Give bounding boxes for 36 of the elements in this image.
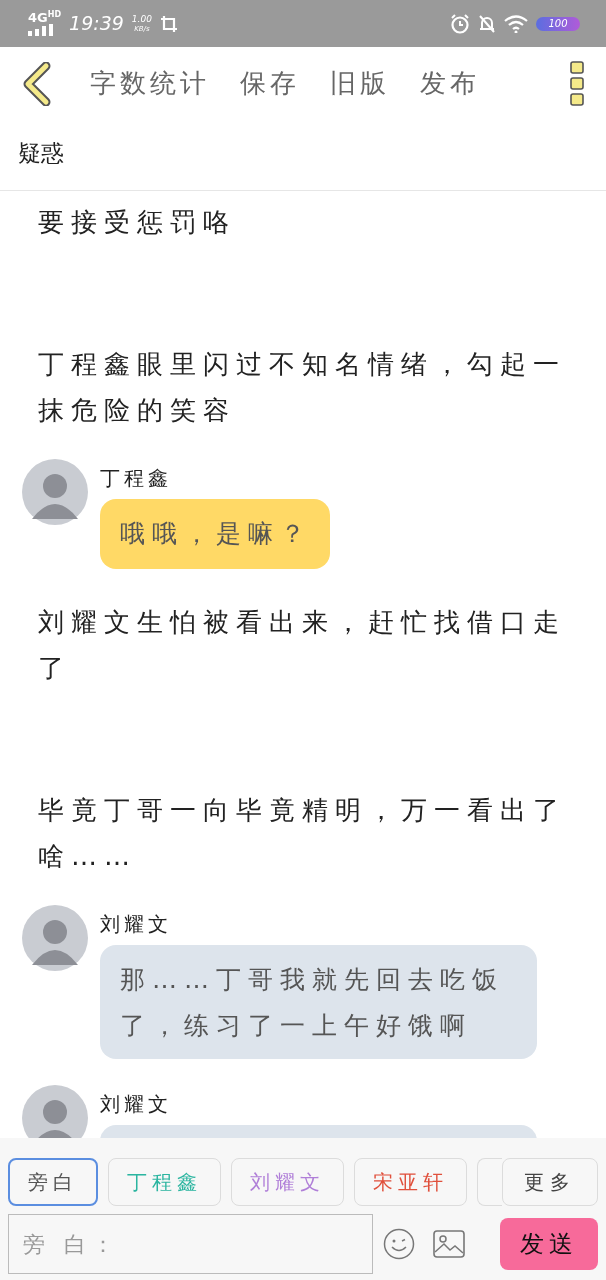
emoji-icon[interactable] bbox=[383, 1228, 415, 1260]
image-icon[interactable] bbox=[433, 1230, 465, 1258]
mute-bell-icon bbox=[478, 13, 496, 34]
battery-indicator: 100 bbox=[536, 16, 580, 31]
send-button[interactable]: 发送 bbox=[500, 1218, 598, 1270]
narration-text: 丁程鑫眼里闪过不知名情绪，勾起一抹危险的笑容 bbox=[38, 348, 567, 427]
toolbar-action[interactable]: 保存 bbox=[240, 64, 300, 103]
role-chip[interactable]: 旁白 bbox=[8, 1158, 98, 1206]
hd-label: HD bbox=[47, 11, 62, 19]
chat-bubble: 那……丁哥我就先回去吃饭了，练习了一上午好饿啊 bbox=[100, 945, 537, 1059]
speaker-name: 刘耀文 bbox=[100, 1091, 173, 1118]
wifi-icon bbox=[504, 14, 528, 33]
network-type: 4G bbox=[28, 11, 48, 24]
alarm-icon bbox=[450, 13, 470, 34]
toolbar-action[interactable]: 字数统计 bbox=[90, 64, 210, 103]
screenshot-icon bbox=[159, 14, 178, 33]
story-title: 疑惑 bbox=[18, 140, 64, 166]
avatar bbox=[22, 459, 88, 525]
message-input[interactable]: 旁 白： bbox=[8, 1214, 373, 1274]
role-chip[interactable]: 刘耀文 bbox=[231, 1158, 344, 1206]
more-roles-button[interactable]: 更多 bbox=[502, 1158, 598, 1206]
speaker-name: 丁程鑫 bbox=[100, 465, 173, 492]
clock-time: 19:39 bbox=[69, 11, 124, 37]
role-chip[interactable]: 宋亚轩 bbox=[354, 1158, 467, 1206]
speaker-name: 刘耀文 bbox=[100, 911, 173, 938]
toolbar-action[interactable]: 旧版 bbox=[330, 64, 390, 103]
network-speed: 1.00 bbox=[131, 13, 152, 24]
back-icon[interactable] bbox=[22, 61, 52, 106]
signal-icon bbox=[28, 24, 54, 36]
avatar bbox=[22, 905, 88, 971]
narration-text: 毕竟丁哥一向毕竟精明，万一看出了啥…… bbox=[38, 794, 567, 873]
toolbar-action[interactable]: 发布 bbox=[420, 64, 480, 103]
narration-text: 要接受惩罚咯 bbox=[38, 206, 237, 239]
narration-text: 刘耀文生怕被看出来，赶忙找借口走了 bbox=[38, 606, 567, 685]
menu-icon[interactable] bbox=[570, 60, 584, 107]
chat-bubble: 哦哦，是嘛？ bbox=[100, 499, 330, 569]
